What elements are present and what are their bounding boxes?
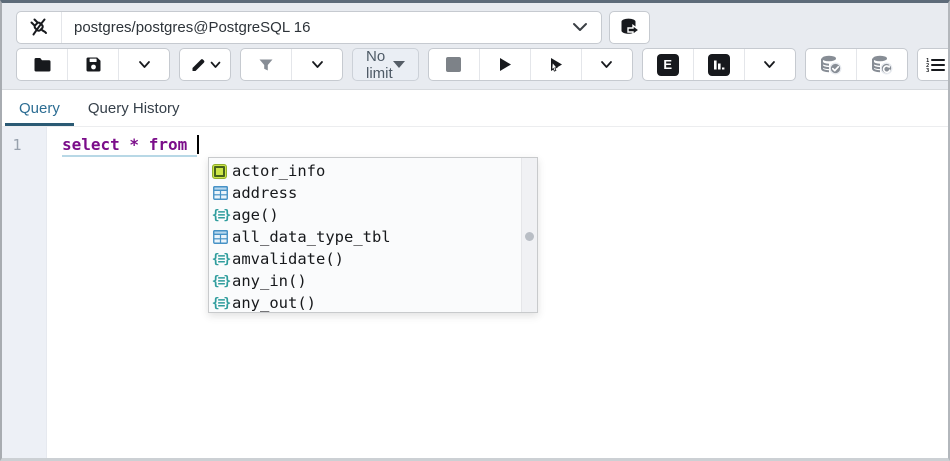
pencil-icon <box>190 56 207 73</box>
autocomplete-item-label: amvalidate() <box>232 250 344 268</box>
filter-icon <box>258 57 274 73</box>
tab-query-history[interactable]: Query History <box>74 90 194 126</box>
edit-menu-button[interactable] <box>180 49 230 80</box>
function-icon: {≡} <box>212 252 229 267</box>
stop-button[interactable] <box>429 49 479 80</box>
execute-dropdown[interactable] <box>581 49 632 80</box>
folder-icon <box>33 57 52 73</box>
database-connection-icon <box>619 17 640 38</box>
rollback-button[interactable] <box>856 49 907 80</box>
autocomplete-item[interactable]: actor_info <box>209 160 537 182</box>
autocomplete-item-label: any_in() <box>232 272 307 290</box>
explain-icon: E <box>657 54 679 76</box>
execute-button[interactable] <box>479 49 530 80</box>
explain-options-dropdown[interactable] <box>744 49 795 80</box>
table-icon <box>212 186 229 200</box>
filter-button[interactable] <box>241 49 291 80</box>
autocomplete-popup: actor_infoaddress{≡}age()all_data_type_t… <box>208 157 538 313</box>
autocomplete-item-label: any_out() <box>232 294 316 312</box>
stop-icon <box>446 57 461 72</box>
chevron-down-icon <box>763 60 776 69</box>
editor-tab-bar: Query Query History <box>2 89 948 127</box>
macros-button-group: 123 <box>917 48 950 81</box>
function-icon: {≡} <box>212 274 229 289</box>
query-toolbar: No limit <box>2 48 948 89</box>
view-icon <box>212 164 227 179</box>
filter-button-group <box>240 48 343 81</box>
new-connection-button[interactable] <box>609 11 650 44</box>
svg-text:3: 3 <box>926 68 929 74</box>
autocomplete-item-label: all_data_type_tbl <box>232 228 391 246</box>
autocomplete-item-label: address <box>232 184 297 202</box>
select-caret-icon <box>393 61 405 68</box>
scrollbar-thumb[interactable] <box>525 232 534 241</box>
row-limit-value: No limit <box>366 48 393 82</box>
save-icon <box>85 56 102 73</box>
explain-analyze-button[interactable] <box>693 49 744 80</box>
editor-gutter: 1 <box>2 127 47 458</box>
function-icon: {≡} <box>212 208 229 223</box>
play-icon <box>497 56 513 73</box>
autocomplete-item[interactable]: {≡}age() <box>209 204 537 226</box>
connection-selector[interactable]: postgres/postgres@PostgreSQL 16 <box>16 11 602 44</box>
execute-button-group <box>428 48 633 81</box>
save-button[interactable] <box>67 49 118 80</box>
function-icon: {≡} <box>212 296 229 311</box>
autocomplete-list: actor_infoaddress{≡}age()all_data_type_t… <box>209 158 537 313</box>
autocomplete-scrollbar[interactable] <box>521 158 537 312</box>
commit-button[interactable] <box>806 49 856 80</box>
text-caret <box>197 135 199 154</box>
connection-value: postgres/postgres@PostgreSQL 16 <box>62 19 572 36</box>
chevron-down-icon <box>600 60 613 69</box>
open-file-button[interactable] <box>17 49 67 80</box>
explain-button-group: E <box>642 48 796 81</box>
explain-analyze-chart-icon <box>708 54 730 76</box>
macros-button[interactable]: 123 <box>918 49 950 80</box>
execute-options-button[interactable] <box>530 49 581 80</box>
row-limit-select[interactable]: No limit <box>352 48 419 81</box>
commit-icon <box>820 54 842 75</box>
tab-query[interactable]: Query <box>5 90 74 126</box>
connection-bar: postgres/postgres@PostgreSQL 16 <box>2 3 948 48</box>
autocomplete-item-label: age() <box>232 206 279 224</box>
transaction-button-group <box>805 48 908 81</box>
autocomplete-item[interactable]: address <box>209 182 537 204</box>
chevron-down-icon <box>311 60 324 69</box>
autocomplete-item[interactable]: {≡}amvalidate() <box>209 248 537 270</box>
explain-button[interactable]: E <box>643 49 693 80</box>
disconnected-plug-icon <box>17 12 62 43</box>
chevron-down-icon <box>210 61 221 69</box>
numbered-list-icon: 123 <box>925 56 946 74</box>
play-cursor-icon <box>547 56 565 73</box>
autocomplete-item-label: actor_info <box>232 162 325 180</box>
chevron-down-icon <box>138 60 151 69</box>
line-number: 1 <box>2 136 32 154</box>
rollback-icon <box>871 54 893 75</box>
sql-code: select * from <box>62 135 197 157</box>
autocomplete-item[interactable]: all_data_type_tbl <box>209 226 537 248</box>
edit-button-group <box>179 48 231 81</box>
chevron-down-icon <box>572 22 588 32</box>
table-icon <box>212 230 229 244</box>
filter-options-dropdown[interactable] <box>291 49 342 80</box>
autocomplete-item[interactable]: {≡}any_out() <box>209 292 537 313</box>
file-button-group <box>16 48 170 81</box>
save-options-dropdown[interactable] <box>118 49 169 80</box>
autocomplete-item[interactable]: {≡}any_in() <box>209 270 537 292</box>
query-tool-window: postgres/postgres@PostgreSQL 16 <box>0 0 950 461</box>
